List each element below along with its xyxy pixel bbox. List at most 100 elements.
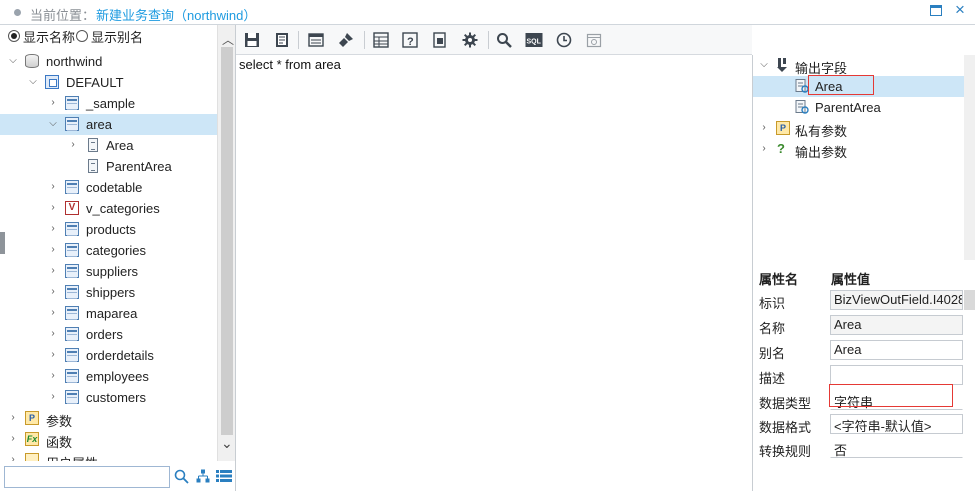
table-icon [65,117,79,131]
search-icon[interactable] [494,30,514,50]
editor-toolbar: ? SQL [236,25,752,55]
clear-brush-icon[interactable] [336,30,356,50]
property-name: 别名 [759,346,786,361]
tree-item-functions[interactable]: › Fx 函数 [0,429,217,450]
display-mode-radios: 显示名称 显示别名 [0,25,236,47]
settings-icon[interactable] [460,30,480,50]
collapse-handle[interactable] [0,232,5,254]
chevron-down-icon[interactable]: ⌵ [8,56,18,66]
table-view-icon[interactable] [371,30,391,50]
save-as-icon[interactable] [272,30,292,50]
chevron-right-icon[interactable]: › [48,245,58,255]
property-row-id: 标识 BizViewOutField.I4028 [752,288,975,313]
list-icon[interactable] [216,470,232,482]
tree-item-codetable[interactable]: › codetable [0,177,217,198]
property-name: 转换规则 [759,444,812,459]
history-icon[interactable] [554,30,574,50]
tree-item-user-properties[interactable]: › 用户属性 [0,450,217,461]
hierarchy-icon[interactable] [196,469,210,483]
search-icon[interactable] [174,469,189,484]
tree-item-sample[interactable]: › _sample [0,93,217,114]
property-value-id[interactable]: BizViewOutField.I4028 [830,290,963,310]
sql-editor[interactable]: select * from area [237,55,752,491]
chevron-right-icon[interactable]: › [48,224,58,234]
tree-item-products[interactable]: › products [0,219,217,240]
chevron-down-icon[interactable]: ⌵ [759,60,769,70]
property-row-alias: 别名 Area [752,338,975,363]
chevron-down-icon[interactable]: ⌵ [28,77,38,87]
chevron-right-icon[interactable]: › [759,123,769,133]
tree-item-customers[interactable]: › customers [0,387,217,408]
chevron-right-icon[interactable]: › [8,434,18,444]
tree-item-northwind[interactable]: ⌵ northwind [0,51,217,72]
sql-code[interactable]: select * from area [239,57,341,72]
tree-scrollbar[interactable]: ︿ ⌄ [217,25,235,461]
save-icon[interactable] [242,30,262,50]
tree-item-orderdetails[interactable]: › orderdetails [0,345,217,366]
property-value-data-format[interactable]: <字符串-默认值> [830,414,963,434]
chevron-right-icon[interactable]: › [48,182,58,192]
property-value-description[interactable] [830,365,963,385]
property-value-name[interactable]: Area [830,315,963,335]
chevron-right-icon[interactable]: › [48,98,58,108]
scroll-up-icon[interactable]: ︿ [222,31,234,48]
maximize-icon[interactable] [930,5,942,16]
chevron-right-icon[interactable]: › [759,144,769,154]
chevron-right-icon[interactable]: › [48,308,58,318]
tree-item-parentarea-field[interactable]: ParentArea [0,156,217,177]
tree-item-output-fields[interactable]: ⌵ 输出字段 [753,55,965,76]
property-value-alias[interactable]: Area [830,340,963,360]
property-grid-scrollbar[interactable] [964,290,975,310]
chevron-right-icon[interactable]: › [48,287,58,297]
table-icon [65,96,79,110]
chevron-right-icon[interactable]: › [48,392,58,402]
tree-item-private-params[interactable]: › P 私有参数 [753,118,965,139]
tree-item-output-parentarea[interactable]: ParentArea [753,97,965,118]
radio-show-name-label: 显示名称 [23,29,76,45]
help-icon[interactable]: ? [400,30,420,50]
tree-item-area[interactable]: ⌵ area [0,114,217,135]
tree-item-v-categories[interactable]: › V v_categories [0,198,217,219]
radio-show-alias[interactable]: 显示别名 [76,28,144,45]
layout-icon[interactable] [306,30,326,50]
tree-label: orderdetails [86,348,154,363]
radio-show-name[interactable]: 显示名称 [8,28,76,45]
chevron-right-icon[interactable]: › [48,371,58,381]
table-icon [65,222,79,236]
tree-label: 用户属性 [46,453,98,461]
tree-item-maparea[interactable]: › maparea [0,303,217,324]
export-icon[interactable] [430,30,450,50]
tree-item-employees[interactable]: › employees [0,366,217,387]
radio-show-alias-label: 显示别名 [91,29,144,45]
tree-label: maparea [86,306,138,321]
chevron-right-icon[interactable]: › [8,455,18,462]
tree-item-area-field[interactable]: › Area [0,135,217,156]
tree-item-parameters[interactable]: › P 参数 [0,408,217,429]
property-value-conversion-rule[interactable]: 否 [830,438,963,458]
tree-item-orders[interactable]: › orders [0,324,217,345]
chevron-right-icon[interactable]: › [68,140,78,150]
chevron-right-icon[interactable]: › [48,350,58,360]
tree-item-default[interactable]: ⌵ DEFAULT [0,72,217,93]
tree-label: products [86,222,136,237]
chevron-right-icon[interactable]: › [48,329,58,339]
radio-show-name-indicator[interactable] [8,30,20,42]
scrollbar-thumb[interactable] [221,47,233,435]
tree-item-suppliers[interactable]: › suppliers [0,261,217,282]
tree-item-categories[interactable]: › categories [0,240,217,261]
chevron-right-icon[interactable]: › [8,413,18,423]
chevron-right-icon[interactable]: › [48,203,58,213]
tree-search-input[interactable] [4,466,170,488]
breadcrumb[interactable]: 新建业务查询（northwind） [96,5,256,24]
chevron-down-icon[interactable]: ⌵ [48,119,58,129]
close-icon[interactable]: × [952,1,968,19]
chevron-right-icon[interactable]: › [48,266,58,276]
sql-icon[interactable]: SQL [524,30,544,50]
output-tree-scrollbar[interactable] [964,55,975,260]
schedule-icon[interactable] [584,30,604,50]
tree-item-output-params[interactable]: › ? 输出参数 [753,139,965,161]
radio-show-alias-indicator[interactable] [76,30,88,42]
tree-item-shippers[interactable]: › shippers [0,282,217,303]
table-icon [65,369,79,383]
chevron-down-icon[interactable]: ⌄ [221,435,233,452]
